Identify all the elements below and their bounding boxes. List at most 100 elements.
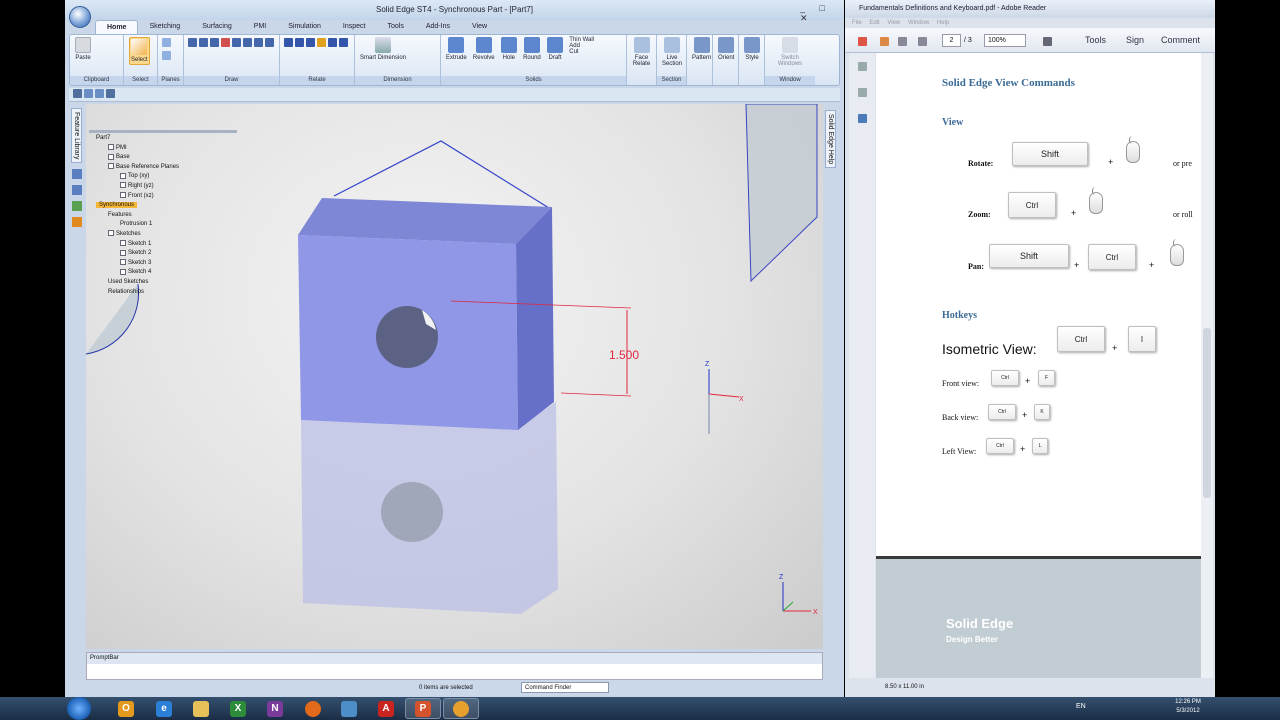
edit-icon[interactable] [898, 37, 907, 46]
tree-item[interactable]: Sketch 3 [92, 259, 242, 269]
system-clock[interactable]: 12:26 PM 5/3/2012 [1168, 698, 1208, 716]
tree-item[interactable]: Protrusion 1 [92, 220, 242, 230]
tab-tools[interactable]: Tools [377, 20, 415, 34]
taskbar-solid-edge[interactable] [443, 698, 479, 719]
open-icon[interactable] [880, 37, 889, 46]
command-finder-input[interactable]: Command Finder [521, 682, 609, 693]
rectangle-icon[interactable] [232, 38, 241, 47]
tab-surfacing[interactable]: Surfacing [191, 20, 243, 34]
pathfinder-handle[interactable] [89, 130, 237, 133]
tree-item[interactable]: Part7 [92, 134, 242, 144]
menu-view[interactable]: View [887, 20, 900, 26]
tree-item[interactable]: Synchronous [92, 201, 242, 211]
curve-icon[interactable] [254, 38, 263, 47]
taskbar-ie[interactable]: e [146, 698, 182, 719]
tree-item[interactable]: Right (yz) [92, 182, 242, 192]
sensor-icon[interactable] [72, 185, 82, 196]
tree-checkbox[interactable] [120, 268, 126, 275]
tab-home[interactable]: Home [95, 20, 139, 34]
solid-edge-help-tab[interactable]: Solid Edge Help [825, 110, 836, 169]
undo-icon[interactable] [84, 89, 93, 98]
tree-item[interactable]: Front (xz) [92, 191, 242, 202]
lock-icon[interactable] [317, 38, 326, 47]
tree-item[interactable]: Base Reference Planes [92, 163, 242, 173]
taskbar-excel[interactable]: X [220, 698, 256, 719]
smart-dimension-button[interactable]: Smart Dimension [360, 37, 406, 61]
taskbar-outlook[interactable]: O [108, 698, 144, 719]
tree-item[interactable]: Relationships [92, 288, 242, 298]
cut-button[interactable]: Cut [569, 49, 594, 55]
tree-checkbox[interactable] [120, 239, 126, 246]
extrude-button[interactable]: Extrude [446, 37, 467, 61]
switch-windows-button[interactable]: Switch Windows [770, 37, 810, 67]
trim-icon[interactable] [265, 38, 274, 47]
graphics-viewport[interactable]: 1.500 Z X Z X Part7 PMI Base Base Reference… [86, 104, 823, 649]
tree-checkbox[interactable] [120, 191, 126, 198]
zoom-select[interactable]: 100% [984, 34, 1026, 47]
menu-help[interactable]: Help [937, 20, 949, 26]
menu-edit[interactable]: Edit [869, 20, 879, 26]
library-icon[interactable] [72, 217, 82, 228]
paste-button[interactable]: Paste [75, 37, 91, 61]
tree-item[interactable]: Sketches [92, 230, 242, 240]
comment-pane-button[interactable]: Comment [1161, 35, 1200, 45]
pages-icon[interactable] [858, 62, 867, 71]
tree-checkbox[interactable] [120, 182, 126, 189]
tree-checkbox[interactable] [108, 163, 114, 170]
attachments-icon[interactable] [858, 88, 867, 97]
menu-window[interactable]: Window [908, 20, 929, 26]
tree-item[interactable]: Base [92, 153, 242, 163]
plane-icon[interactable] [162, 38, 171, 47]
taskbar-acrobat[interactable]: A [368, 698, 404, 719]
revolve-button[interactable]: Revolve [473, 37, 495, 61]
parallel-icon[interactable] [295, 38, 304, 47]
application-button-icon[interactable] [69, 6, 91, 28]
tab-inspect[interactable]: Inspect [332, 20, 377, 34]
save-icon[interactable] [73, 89, 82, 98]
fill-icon[interactable] [221, 38, 230, 47]
tangent-icon[interactable] [306, 38, 315, 47]
tree-item[interactable]: PMI [92, 144, 242, 154]
circle-icon[interactable] [210, 38, 219, 47]
tree-checkbox[interactable] [120, 259, 126, 266]
draft-button[interactable]: Draft [547, 37, 563, 61]
live-section-button[interactable]: Live Section [662, 37, 682, 67]
vertical-scrollbar[interactable] [1201, 53, 1213, 678]
language-indicator[interactable]: EN [1076, 703, 1086, 710]
polygon-icon[interactable] [243, 38, 252, 47]
tree-checkbox[interactable] [108, 230, 114, 237]
tab-simulation[interactable]: Simulation [277, 20, 332, 34]
tree-item[interactable]: Sketch 1 [92, 239, 242, 250]
tools-pane-button[interactable]: Tools [1085, 35, 1106, 45]
orient-button[interactable]: Orient [718, 37, 734, 61]
view-icon[interactable] [106, 89, 115, 98]
horizontal-icon[interactable] [328, 38, 337, 47]
fit-page-icon[interactable] [1043, 37, 1052, 46]
arc-icon[interactable] [199, 38, 208, 47]
redo-icon[interactable] [95, 89, 104, 98]
taskbar-explorer[interactable] [183, 698, 219, 719]
taskbar-mail[interactable] [331, 698, 367, 719]
taskbar-onenote[interactable]: N [257, 698, 293, 719]
menu-file[interactable]: File [852, 20, 862, 26]
feature-library-tab[interactable]: Feature Library [71, 108, 82, 164]
tab-view[interactable]: View [461, 20, 498, 34]
start-button[interactable] [67, 697, 91, 720]
style-button[interactable]: Style [744, 37, 760, 61]
steering-wheel-axes[interactable]: Z X [705, 361, 744, 434]
select-button[interactable]: Select [129, 37, 150, 65]
hole-button[interactable]: Hole [500, 37, 517, 61]
tree-item[interactable]: Top (xy) [92, 172, 242, 182]
taskbar-firefox[interactable] [295, 698, 331, 719]
layers-icon[interactable] [858, 114, 867, 123]
tree-item[interactable]: Features [92, 211, 242, 221]
tree-checkbox[interactable] [120, 249, 126, 256]
tab-sketching[interactable]: Sketching [138, 20, 191, 34]
create-pdf-icon[interactable] [858, 37, 867, 46]
equal-icon[interactable] [339, 38, 348, 47]
tree-checkbox[interactable] [120, 172, 126, 179]
plane-icon[interactable] [162, 51, 171, 60]
connect-icon[interactable] [284, 38, 293, 47]
scroll-thumb[interactable] [1203, 328, 1211, 498]
tab-pmi[interactable]: PMI [243, 20, 277, 34]
